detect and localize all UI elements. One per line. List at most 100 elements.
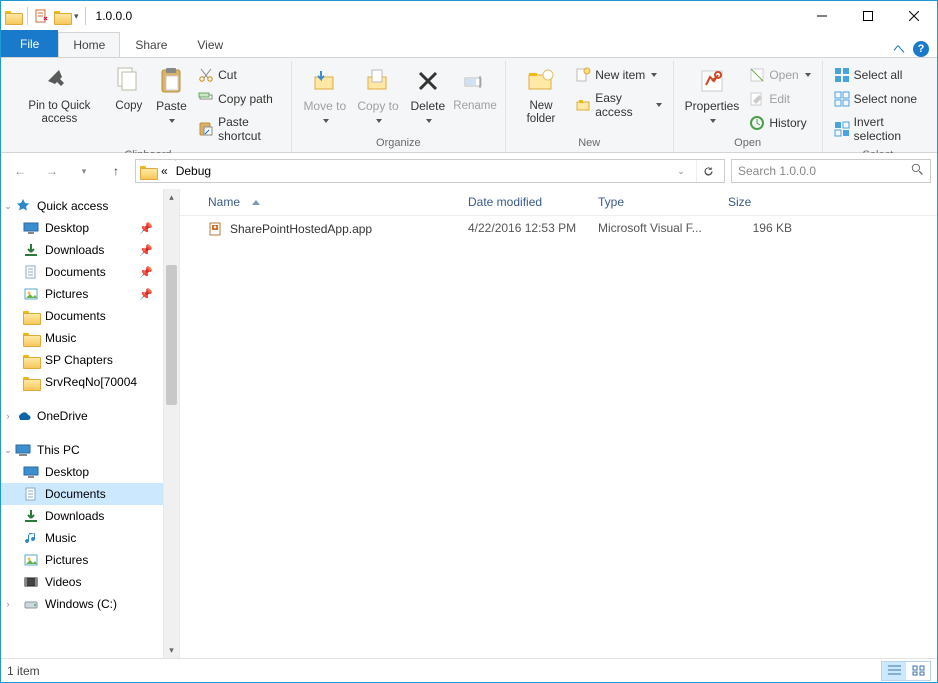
ribbon-collapse-icon[interactable]: へ xyxy=(893,40,905,57)
pin-to-quick-access-button[interactable]: Pin to Quick access xyxy=(11,61,108,129)
column-header-type[interactable]: Type xyxy=(590,193,720,211)
thispc-icon xyxy=(15,442,31,458)
minimize-button[interactable] xyxy=(799,1,845,31)
column-header-size[interactable]: Size xyxy=(720,193,800,211)
nav-qa-item[interactable]: SP Chapters xyxy=(1,349,163,371)
desktop-icon xyxy=(23,220,39,236)
select-none-icon xyxy=(834,91,850,107)
properties-button[interactable]: Properties xyxy=(680,61,745,130)
breadcrumb-item[interactable]: Debug xyxy=(173,164,298,178)
move-to-button[interactable]: Move to xyxy=(298,61,352,130)
folder-icon xyxy=(23,374,39,390)
select-none-button[interactable]: Select none xyxy=(829,87,927,111)
nav-pc-item[interactable]: Music xyxy=(1,527,163,549)
pictures-icon xyxy=(23,552,39,568)
nav-onedrive[interactable]: ›OneDrive xyxy=(1,405,163,427)
nav-this-pc[interactable]: ⌄This PC xyxy=(1,439,163,461)
column-header-date[interactable]: Date modified xyxy=(460,193,590,211)
copy-to-button[interactable]: Copy to xyxy=(352,61,405,130)
scroll-up-icon[interactable]: ▴ xyxy=(164,189,179,205)
pin-icon: 📌 xyxy=(139,266,159,279)
close-button[interactable] xyxy=(891,1,937,31)
copy-path-button[interactable]: Copy path xyxy=(193,87,285,111)
downloads-icon xyxy=(23,508,39,524)
nav-scrollbar[interactable]: ▴ ▾ xyxy=(163,189,179,658)
paste-button[interactable]: Paste xyxy=(150,61,193,130)
copy-button[interactable]: Copy xyxy=(108,61,150,116)
chevron-right-icon[interactable]: › xyxy=(173,159,180,163)
file-row[interactable]: SharePointHostedApp.app4/22/2016 12:53 P… xyxy=(180,216,937,242)
nav-pc-item[interactable]: Videos xyxy=(1,571,163,593)
nav-qa-item[interactable]: Music xyxy=(1,327,163,349)
downloads-icon xyxy=(23,242,39,258)
qat-dropdown-icon[interactable]: ▾ xyxy=(74,11,79,22)
help-icon[interactable]: ? xyxy=(913,41,929,57)
group-label-new: New xyxy=(578,135,600,152)
nav-pc-item[interactable]: Pictures xyxy=(1,549,163,571)
folder-icon xyxy=(23,330,39,346)
nav-pc-item[interactable]: Desktop xyxy=(1,461,163,483)
column-header-name[interactable]: Name xyxy=(200,193,460,211)
qat-properties-icon[interactable] xyxy=(34,8,50,24)
search-input[interactable]: Search 1.0.0.0 xyxy=(731,159,931,183)
view-toggle xyxy=(881,661,931,681)
cut-button[interactable]: Cut xyxy=(193,63,285,87)
easy-access-button[interactable]: Easy access xyxy=(570,87,666,123)
address-dropdown-icon[interactable]: ⌄ xyxy=(668,159,694,183)
breadcrumb-overflow[interactable]: « xyxy=(158,164,171,178)
select-all-button[interactable]: Select all xyxy=(829,63,927,87)
paste-shortcut-button[interactable]: Paste shortcut xyxy=(193,111,285,147)
nav-label: Quick access xyxy=(37,199,108,213)
rename-button[interactable]: Rename xyxy=(451,61,499,116)
chevron-right-icon[interactable]: › xyxy=(173,181,180,183)
expand-icon[interactable]: ⌄ xyxy=(3,445,13,456)
search-icon[interactable] xyxy=(911,163,924,179)
window-title: 1.0.0.0 xyxy=(96,9,133,23)
open-button[interactable]: Open xyxy=(744,63,815,87)
new-folder-button[interactable]: New folder xyxy=(512,61,570,129)
nav-qa-item[interactable]: Pictures📌 xyxy=(1,283,163,305)
tab-share[interactable]: Share xyxy=(120,32,182,57)
ribbon-tabs: File Home Share View へ ? xyxy=(1,31,937,57)
expand-icon[interactable]: › xyxy=(3,411,13,421)
expand-icon[interactable]: › xyxy=(3,599,13,609)
nav-quick-access[interactable]: ⌄ Quick access xyxy=(1,195,163,217)
back-button[interactable]: ← xyxy=(7,158,33,184)
icons-view-button[interactable] xyxy=(906,662,930,680)
refresh-button[interactable] xyxy=(696,160,720,182)
scroll-thumb[interactable] xyxy=(166,265,177,405)
nav-qa-item[interactable]: Desktop📌 xyxy=(1,217,163,239)
pictures-icon xyxy=(23,286,39,302)
expand-icon[interactable]: ⌄ xyxy=(3,201,13,212)
app-file-icon xyxy=(208,221,224,237)
delete-button[interactable]: Delete xyxy=(404,61,451,130)
nav-pc-item[interactable]: Downloads xyxy=(1,505,163,527)
nav-qa-item[interactable]: Documents xyxy=(1,305,163,327)
scissors-icon xyxy=(198,67,214,83)
nav-qa-item[interactable]: Downloads📌 xyxy=(1,239,163,261)
tab-home[interactable]: Home xyxy=(58,32,120,57)
edit-button[interactable]: Edit xyxy=(744,87,815,111)
nav-qa-item[interactable]: Documents📌 xyxy=(1,261,163,283)
details-view-button[interactable] xyxy=(882,662,906,680)
star-icon xyxy=(15,198,31,214)
scroll-down-icon[interactable]: ▾ xyxy=(164,642,179,658)
new-item-button[interactable]: New item xyxy=(570,63,666,87)
pin-icon: 📌 xyxy=(139,222,159,235)
address-folder-icon xyxy=(140,163,156,179)
nav-pc-item[interactable]: Documents xyxy=(1,483,163,505)
desktop-icon xyxy=(23,464,39,480)
address-bar[interactable]: « SharePointHostedApp›bin›Debug›app.publ… xyxy=(135,159,725,183)
tab-view[interactable]: View xyxy=(182,32,238,57)
maximize-button[interactable] xyxy=(845,1,891,31)
qat-folder-icon[interactable] xyxy=(54,8,70,24)
history-button[interactable]: History xyxy=(744,111,815,135)
documents-icon xyxy=(23,264,39,280)
invert-selection-button[interactable]: Invert selection xyxy=(829,111,927,147)
forward-button[interactable]: → xyxy=(39,158,65,184)
tab-file[interactable]: File xyxy=(1,30,58,57)
up-button[interactable]: ↑ xyxy=(103,158,129,184)
recent-button[interactable]: ▾ xyxy=(71,158,97,184)
nav-pc-item[interactable]: ›Windows (C:) xyxy=(1,593,163,615)
nav-qa-item[interactable]: SrvReqNo[70004 xyxy=(1,371,163,393)
